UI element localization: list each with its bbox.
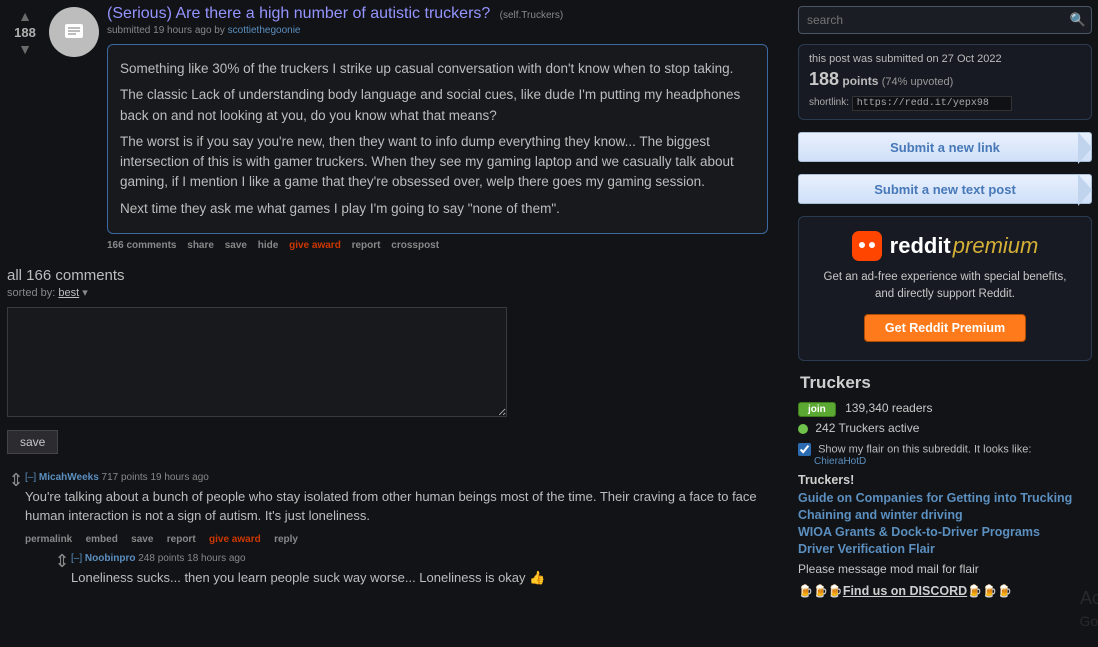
comment-votes[interactable]: ⇕: [53, 553, 71, 594]
post-info-widget: this post was submitted on 27 Oct 2022 1…: [798, 44, 1092, 120]
premium-widget: redditpremium Get an ad-free experience …: [798, 216, 1092, 361]
selftext-para: The classic Lack of understanding body l…: [120, 85, 755, 126]
submitted-on: this post was submitted on 27 Oct 2022: [809, 53, 1081, 65]
award-link[interactable]: give award: [289, 240, 341, 251]
permalink-link[interactable]: permalink: [25, 534, 72, 545]
sort-prefix: sorted by:: [7, 287, 55, 299]
reply-link[interactable]: reply: [274, 534, 298, 545]
info-points: 188: [809, 69, 839, 89]
comment-textarea[interactable]: [7, 307, 507, 417]
report-link[interactable]: report: [352, 240, 381, 251]
comment-author[interactable]: MicahWeeks: [39, 472, 99, 483]
sidebar-link[interactable]: Chaining and winter driving: [798, 508, 1092, 522]
selftext-para: Next time they ask me what games I play …: [120, 199, 755, 219]
watermark: Go t: [1080, 613, 1098, 629]
downvote-icon[interactable]: ▼: [5, 42, 45, 56]
comment-body: You're talking about a bunch of people w…: [25, 488, 780, 526]
selftext-para: Something like 30% of the truckers I str…: [120, 59, 755, 79]
flair-checkbox[interactable]: [798, 443, 811, 456]
join-button[interactable]: join: [798, 402, 836, 417]
chevron-down-icon[interactable]: ▾: [82, 287, 88, 299]
post-title[interactable]: (Serious) Are there a high number of aut…: [107, 5, 490, 22]
selftext-para: The worst is if you say you're new, then…: [120, 132, 755, 193]
collapse-toggle[interactable]: [–]: [71, 553, 82, 564]
flair-username[interactable]: ChieraHotD: [814, 456, 1092, 467]
sort-line: sorted by: best ▾: [7, 286, 780, 299]
shortlink-input[interactable]: [852, 96, 1012, 111]
comment-meta: 717 points 19 hours ago: [102, 472, 209, 483]
sidebar-text: Please message mod mail for flair: [798, 562, 1092, 576]
sidebar-heading: Truckers!: [798, 473, 1092, 487]
comment-body: Loneliness sucks... then you learn peopl…: [71, 569, 780, 588]
submit-link-button[interactable]: Submit a new link: [798, 132, 1092, 162]
post-selftext: Something like 30% of the truckers I str…: [107, 44, 768, 234]
caward-link[interactable]: give award: [209, 534, 261, 545]
submit-text-button[interactable]: Submit a new text post: [798, 174, 1092, 204]
search-icon[interactable]: 🔍: [1065, 12, 1091, 28]
crosspost-link[interactable]: crosspost: [391, 240, 439, 251]
info-points-label: points: [842, 74, 878, 88]
premium-brand: redditpremium: [890, 233, 1039, 259]
collapse-toggle[interactable]: [–]: [25, 472, 36, 483]
share-link[interactable]: share: [187, 240, 214, 251]
post-author[interactable]: scottiethegoonie: [228, 25, 301, 36]
snoo-icon: [852, 231, 882, 261]
comment-meta: 248 points 18 hours ago: [138, 553, 245, 564]
post-tagline: submitted 19 hours ago by scottiethegoon…: [107, 25, 780, 36]
premium-sub: Get an ad-free experience with special b…: [815, 269, 1075, 302]
search-box[interactable]: 🔍: [798, 6, 1092, 34]
comments-header: all 166 comments: [7, 267, 780, 284]
upvote-icon[interactable]: ▲: [5, 9, 45, 23]
sidebar-link[interactable]: WIOA Grants & Dock-to-Driver Programs: [798, 525, 1092, 539]
comment-author[interactable]: Noobinpro: [85, 553, 136, 564]
watermark: Act: [1080, 588, 1098, 609]
creport-link[interactable]: report: [167, 534, 196, 545]
online-dot-icon: [798, 424, 808, 434]
info-pct: (74% upvoted): [882, 76, 954, 88]
sidebar-link[interactable]: Guide on Companies for Getting into Truc…: [798, 491, 1092, 505]
comments-link[interactable]: 166 comments: [107, 240, 176, 251]
readers-count: 139,340 readers: [845, 401, 932, 415]
csave-link[interactable]: save: [131, 534, 153, 545]
post-thumbnail: [49, 7, 99, 57]
hide-link[interactable]: hide: [258, 240, 279, 251]
flair-label: Show my flair on this subreddit. It look…: [818, 444, 1031, 456]
comment-votes[interactable]: ⇕: [7, 472, 25, 595]
online-count: 242 Truckers active: [815, 421, 919, 435]
embed-link[interactable]: embed: [86, 534, 118, 545]
save-link[interactable]: save: [225, 240, 247, 251]
get-premium-button[interactable]: Get Reddit Premium: [864, 314, 1026, 342]
post-score: 188: [5, 25, 45, 40]
discord-link[interactable]: 🍺🍺🍺Find us on DISCORD🍺🍺🍺: [798, 584, 1092, 598]
post-actions: 166 comments share save hide give award …: [107, 240, 780, 251]
sort-select[interactable]: best: [58, 287, 79, 299]
subreddit-name[interactable]: Truckers: [800, 373, 1092, 393]
post-age: 19 hours ago: [153, 25, 211, 36]
sidebar-link[interactable]: Driver Verification Flair: [798, 542, 1092, 556]
save-comment-button[interactable]: save: [7, 430, 58, 454]
shortlink-label: shortlink:: [809, 97, 849, 108]
search-input[interactable]: [799, 13, 1065, 27]
post-domain[interactable]: (self.Truckers): [500, 10, 564, 21]
